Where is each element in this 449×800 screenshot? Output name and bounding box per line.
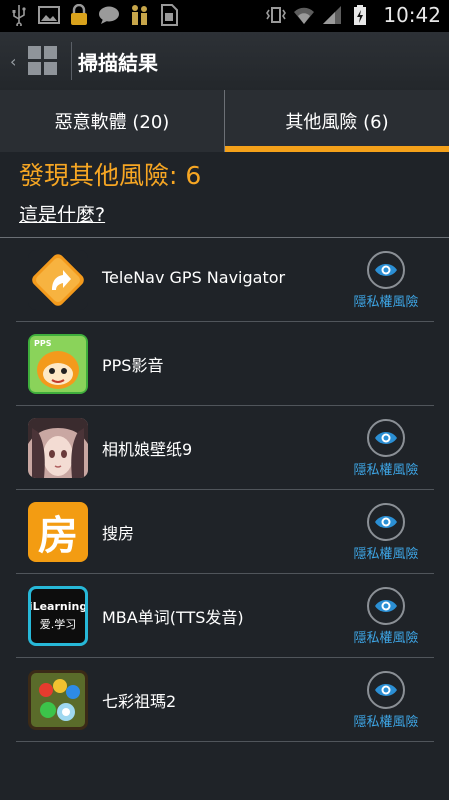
- ilearning-icon-subtext: 爱.学习: [39, 618, 77, 631]
- privacy-risk[interactable]: 隱私權風險: [346, 671, 426, 731]
- clock: 10:42: [383, 3, 441, 27]
- app-name: PPS影音: [102, 356, 164, 375]
- lock-icon: [68, 4, 90, 26]
- zuma-icon: [28, 670, 88, 730]
- action-bar: ‹ 掃描結果: [0, 32, 449, 90]
- privacy-risk[interactable]: 隱私權風險: [346, 503, 426, 563]
- ilearning-icon-text: iLearning: [28, 600, 88, 613]
- risk-label: 隱私權風險: [353, 631, 419, 646]
- figure-icon: [128, 4, 150, 26]
- svg-text:PPS: PPS: [34, 339, 52, 348]
- tab-other-risks[interactable]: 其他風險 (6): [225, 90, 449, 152]
- risk-count-heading: 發現其他風險: 6: [19, 161, 202, 190]
- soufang-icon: 房: [28, 502, 88, 562]
- eye-icon[interactable]: [367, 251, 405, 289]
- app-name: 相机娘壁纸9: [102, 440, 193, 459]
- vibrate-icon: [265, 4, 287, 26]
- soufang-icon-text: 房: [38, 513, 78, 559]
- usb-icon: [8, 4, 30, 26]
- app-list: TeleNav GPS Navigator 隱私權風險 PPS PPS影音 相机…: [16, 238, 434, 742]
- pps-icon: PPS: [28, 334, 88, 394]
- tab-malware[interactable]: 惡意軟體 (20): [0, 90, 224, 152]
- chevron-left-icon[interactable]: ‹: [10, 52, 16, 71]
- tab-selected-indicator: [225, 146, 449, 152]
- list-item[interactable]: 相机娘壁纸9 隱私權風險: [16, 406, 434, 490]
- app-name: 搜房: [102, 524, 135, 543]
- risk-label: 隱私權風險: [353, 715, 419, 730]
- signal-icon: [321, 4, 343, 26]
- eye-icon[interactable]: [367, 503, 405, 541]
- eye-icon[interactable]: [367, 587, 405, 625]
- list-item[interactable]: 七彩祖瑪2 隱私權風險: [16, 658, 434, 742]
- sim-icon: [158, 4, 180, 26]
- app-grid-icon[interactable]: [28, 46, 58, 76]
- app-name: TeleNav GPS Navigator: [102, 268, 286, 287]
- image-icon: [38, 4, 60, 26]
- app-name: MBA单词(TTS发音): [102, 608, 244, 627]
- what-is-this-link[interactable]: 這是什麼?: [19, 200, 105, 227]
- risk-label: 隱私權風險: [353, 547, 419, 562]
- privacy-risk[interactable]: 隱私權風險: [346, 587, 426, 647]
- anime-wallpaper-icon: [28, 418, 88, 478]
- action-bar-divider: [71, 42, 72, 80]
- wifi-icon: [293, 4, 315, 26]
- risk-label: 隱私權風險: [353, 295, 419, 310]
- list-item[interactable]: PPS PPS影音: [16, 322, 434, 406]
- list-item[interactable]: iLearning 爱.学习 MBA单词(TTS发音) 隱私權風險: [16, 574, 434, 658]
- page-title: 掃描結果: [78, 51, 158, 75]
- eye-icon[interactable]: [367, 671, 405, 709]
- status-bar: 10:42: [0, 0, 449, 32]
- eye-icon[interactable]: [367, 419, 405, 457]
- list-item[interactable]: 房 搜房 隱私權風險: [16, 490, 434, 574]
- battery-charging-icon: [349, 4, 371, 26]
- privacy-risk[interactable]: 隱私權風險: [346, 251, 426, 311]
- risk-label: 隱私權風險: [353, 463, 419, 478]
- list-item[interactable]: TeleNav GPS Navigator 隱私權風險: [16, 238, 434, 322]
- chat-icon: [98, 4, 120, 26]
- ilearning-icon: iLearning 爱.学习: [28, 586, 88, 646]
- privacy-risk[interactable]: 隱私權風險: [346, 419, 426, 479]
- telenav-icon: [28, 250, 88, 310]
- tab-bar: 惡意軟體 (20) 其他風險 (6): [0, 90, 449, 152]
- app-name: 七彩祖瑪2: [102, 692, 177, 711]
